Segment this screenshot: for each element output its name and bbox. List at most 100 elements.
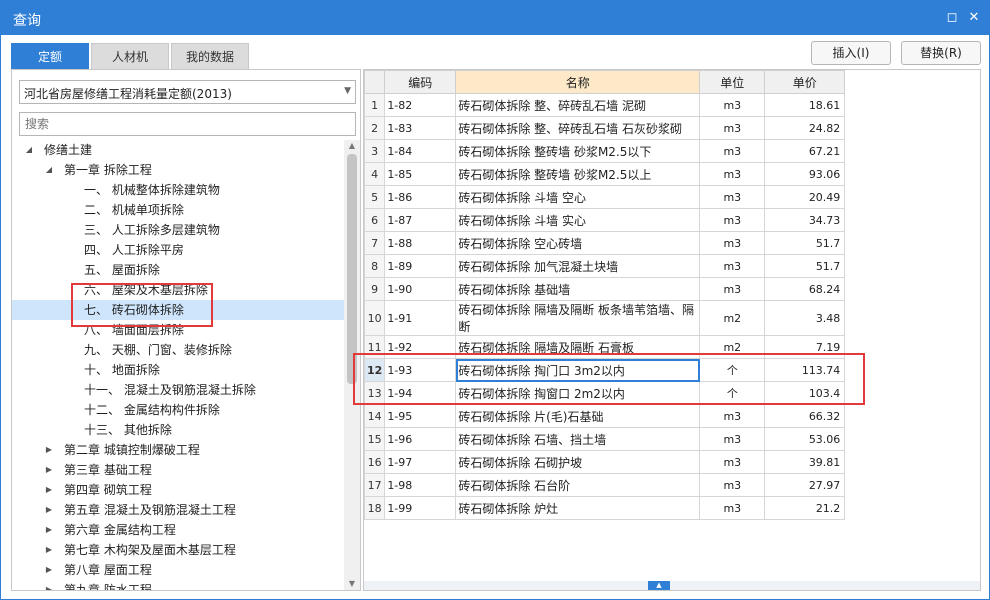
row-number[interactable]: 8 [363,254,386,278]
table-row[interactable]: 1 1-82 砖石砌体拆除 整、碎砖乱石墙 泥砌 m3 18.61 [363,93,846,117]
code-cell[interactable]: 1-91 [384,300,457,336]
tree-node[interactable]: ▶ 第四章 砌筑工程 [12,480,344,500]
replace-button[interactable]: 替换(R) [901,41,981,65]
header-name[interactable]: 名称 [455,70,701,94]
tree-node[interactable]: 九、 天棚、门窗、装修拆除 [12,340,344,360]
price-cell[interactable]: 68.24 [764,277,846,301]
row-number[interactable]: 9 [363,277,386,301]
price-cell[interactable]: 18.61 [764,93,846,117]
code-cell[interactable]: 1-97 [384,450,457,474]
name-cell[interactable]: 砖石砌体拆除 整、碎砖乱石墙 石灰砂浆砌 [455,116,701,140]
table-row[interactable]: 2 1-83 砖石砌体拆除 整、碎砖乱石墙 石灰砂浆砌 m3 24.82 [363,116,846,140]
code-cell[interactable]: 1-83 [384,116,457,140]
scroll-thumb[interactable] [347,154,357,384]
price-cell[interactable]: 3.48 [764,300,846,336]
header-unit[interactable]: 单位 [699,70,766,94]
expand-icon[interactable]: ▶ [44,480,54,500]
unit-cell[interactable]: m3 [699,139,766,163]
unit-cell[interactable]: m3 [699,277,766,301]
search-input[interactable] [19,112,356,136]
code-cell[interactable]: 1-88 [384,231,457,255]
code-cell[interactable]: 1-85 [384,162,457,186]
price-cell[interactable]: 67.21 [764,139,846,163]
unit-cell[interactable]: m3 [699,427,766,451]
code-cell[interactable]: 1-95 [384,404,457,428]
table-row[interactable]: 6 1-87 砖石砌体拆除 斗墙 实心 m3 34.73 [363,208,846,232]
tree-node[interactable]: 三、 人工拆除多层建筑物 [12,220,344,240]
row-number[interactable]: 7 [363,231,386,255]
code-cell[interactable]: 1-96 [384,427,457,451]
name-cell[interactable]: 砖石砌体拆除 整砖墙 砂浆M2.5以上 [455,162,701,186]
expand-icon[interactable]: ▶ [44,560,54,580]
tree-node[interactable]: ◢ 第一章 拆除工程 [12,160,344,180]
tree-node[interactable]: 二、 机械单项拆除 [12,200,344,220]
price-cell[interactable]: 21.2 [764,496,846,520]
name-cell[interactable]: 砖石砌体拆除 斗墙 空心 [455,185,701,209]
close-icon[interactable]: ✕ [965,9,983,27]
table-row[interactable]: 7 1-88 砖石砌体拆除 空心砖墙 m3 51.7 [363,231,846,255]
collapse-up-icon[interactable]: ▲ [648,581,670,590]
tree-node[interactable]: ▶ 第八章 屋面工程 [12,560,344,580]
table-row[interactable]: 17 1-98 砖石砌体拆除 石台阶 m3 27.97 [363,473,846,497]
name-cell[interactable]: 砖石砌体拆除 片(毛)石基础 [455,404,701,428]
row-number[interactable]: 2 [363,116,386,140]
scroll-up-icon[interactable]: ▲ [344,140,360,152]
table-row[interactable]: 14 1-95 砖石砌体拆除 片(毛)石基础 m3 66.32 [363,404,846,428]
tree-node[interactable]: ▶ 第三章 基础工程 [12,460,344,480]
unit-cell[interactable]: m3 [699,208,766,232]
maximize-icon[interactable]: ◻ [943,9,961,27]
collapse-icon[interactable]: ◢ [24,140,34,160]
name-cell[interactable]: 砖石砌体拆除 石台阶 [455,473,701,497]
unit-cell[interactable]: m3 [699,93,766,117]
expand-icon[interactable]: ▶ [44,580,54,590]
row-number[interactable]: 3 [363,139,386,163]
row-number[interactable]: 15 [363,427,386,451]
row-number[interactable]: 18 [363,496,386,520]
collapse-icon[interactable]: ◢ [44,160,54,180]
chevron-down-icon[interactable]: ▼ [344,86,351,96]
expand-icon[interactable]: ▶ [44,520,54,540]
tree-node[interactable]: ◢ 修缮土建 [12,140,344,160]
insert-button[interactable]: 插入(I) [811,41,891,65]
tree-node[interactable]: 一、 机械整体拆除建筑物 [12,180,344,200]
price-cell[interactable]: 34.73 [764,208,846,232]
row-number[interactable]: 14 [363,404,386,428]
unit-cell[interactable]: m3 [699,116,766,140]
tree-node[interactable]: 十一、 混凝土及钢筋混凝土拆除 [12,380,344,400]
code-cell[interactable]: 1-87 [384,208,457,232]
name-cell[interactable]: 砖石砌体拆除 基础墙 [455,277,701,301]
code-cell[interactable]: 1-82 [384,93,457,117]
code-cell[interactable]: 1-89 [384,254,457,278]
table-row[interactable]: 10 1-91 砖石砌体拆除 隔墙及隔断 板条墙苇箔墙、隔断 m2 3.48 [363,300,846,336]
expand-icon[interactable]: ▶ [44,460,54,480]
table-row[interactable]: 8 1-89 砖石砌体拆除 加气混凝土块墙 m3 51.7 [363,254,846,278]
unit-cell[interactable]: m3 [699,185,766,209]
table-row[interactable]: 3 1-84 砖石砌体拆除 整砖墙 砂浆M2.5以下 m3 67.21 [363,139,846,163]
row-number[interactable]: 17 [363,473,386,497]
unit-cell[interactable]: m3 [699,254,766,278]
name-cell[interactable]: 砖石砌体拆除 整、碎砖乱石墙 泥砌 [455,93,701,117]
header-code[interactable]: 编码 [384,70,457,94]
tree-node[interactable]: 十三、 其他拆除 [12,420,344,440]
tree-node[interactable]: ▶ 第九章 防水工程 [12,580,344,590]
unit-cell[interactable]: m3 [699,496,766,520]
tab-labor-material[interactable]: 人材机 [91,43,169,69]
table-row[interactable]: 4 1-85 砖石砌体拆除 整砖墙 砂浆M2.5以上 m3 93.06 [363,162,846,186]
code-cell[interactable]: 1-84 [384,139,457,163]
table-row[interactable]: 5 1-86 砖石砌体拆除 斗墙 空心 m3 20.49 [363,185,846,209]
price-cell[interactable]: 51.7 [764,231,846,255]
unit-cell[interactable]: m3 [699,231,766,255]
table-row[interactable]: 9 1-90 砖石砌体拆除 基础墙 m3 68.24 [363,277,846,301]
unit-cell[interactable]: m3 [699,450,766,474]
name-cell[interactable]: 砖石砌体拆除 石砌护坡 [455,450,701,474]
row-number[interactable]: 6 [363,208,386,232]
scroll-down-icon[interactable]: ▼ [344,578,360,590]
code-cell[interactable]: 1-98 [384,473,457,497]
price-cell[interactable]: 51.7 [764,254,846,278]
table-row[interactable]: 18 1-99 砖石砌体拆除 炉灶 m3 21.2 [363,496,846,520]
price-cell[interactable]: 20.49 [764,185,846,209]
expand-icon[interactable]: ▶ [44,540,54,560]
row-number[interactable]: 4 [363,162,386,186]
name-cell[interactable]: 砖石砌体拆除 石墙、挡土墙 [455,427,701,451]
expand-icon[interactable]: ▶ [44,440,54,460]
